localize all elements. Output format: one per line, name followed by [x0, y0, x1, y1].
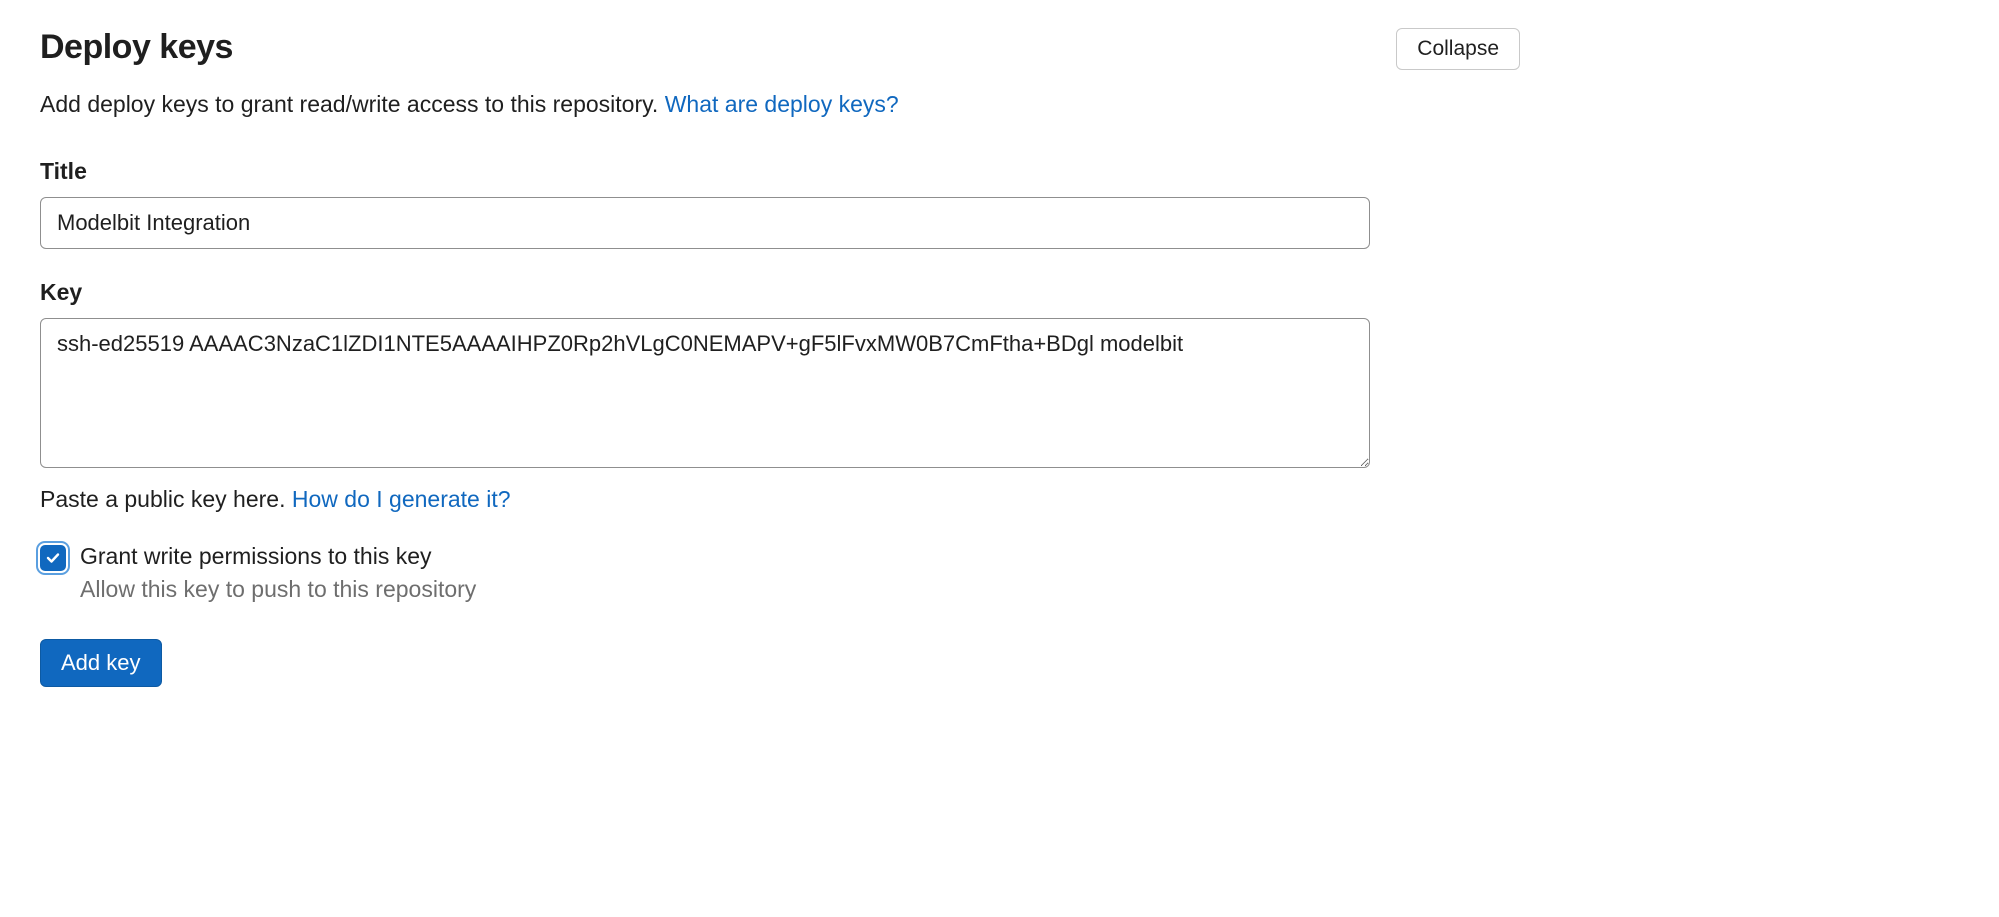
description-text: Add deploy keys to grant read/write acce… [40, 91, 665, 117]
key-help-text: Paste a public key here. How do I genera… [40, 486, 1520, 513]
key-input[interactable] [40, 318, 1370, 468]
deploy-keys-help-link[interactable]: What are deploy keys? [665, 91, 899, 117]
title-label: Title [40, 158, 1520, 185]
generate-key-help-link[interactable]: How do I generate it? [292, 486, 511, 512]
write-permission-sublabel: Allow this key to push to this repositor… [80, 574, 476, 605]
section-description: Add deploy keys to grant read/write acce… [40, 91, 1520, 118]
write-permission-label[interactable]: Grant write permissions to this key [80, 541, 476, 572]
add-key-button[interactable]: Add key [40, 639, 162, 687]
key-help-prefix: Paste a public key here. [40, 486, 292, 512]
title-input[interactable] [40, 197, 1370, 249]
key-label: Key [40, 279, 1520, 306]
collapse-button[interactable]: Collapse [1396, 28, 1520, 70]
section-title: Deploy keys [40, 28, 233, 67]
write-permission-checkbox[interactable] [40, 545, 66, 571]
check-icon [46, 551, 60, 565]
